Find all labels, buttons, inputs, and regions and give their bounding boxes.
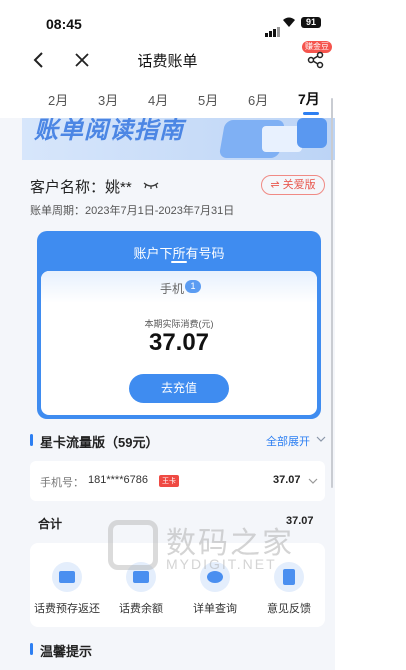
tips-title: 温馨提示 xyxy=(40,644,93,659)
bill-period: 账单周期：2023年7月1日-2023年7月31日 xyxy=(30,205,235,217)
phone-tab-label[interactable]: 手机 xyxy=(160,280,184,297)
nav-bar: 话费账单 赚金豆 xyxy=(0,40,335,80)
share-icon[interactable] xyxy=(306,50,326,70)
wifi-icon xyxy=(283,17,295,27)
eye-closed-icon[interactable] xyxy=(143,181,159,189)
shortcut-feedback[interactable]: 意见反馈 xyxy=(252,543,326,627)
shortcut-label: 意见反馈 xyxy=(267,603,311,615)
shortcut-panel: 话费预存返还 话费余额 详单查询 意见反馈 xyxy=(30,543,325,627)
banner-title: 账单阅读指南 xyxy=(34,118,184,144)
shortcut-label: 话费预存返还 xyxy=(34,603,100,615)
signal-icon xyxy=(265,19,281,37)
page-title: 话费账单 xyxy=(137,53,198,70)
active-tab-indicator xyxy=(303,112,319,115)
account-card: 账户下所有号码 手机 1 本期实际消费(元) 37.07 去充值 xyxy=(37,231,321,419)
shortcut-balance[interactable]: 话费余额 xyxy=(104,543,178,627)
expand-all-link[interactable]: 全部展开 xyxy=(266,433,310,449)
total-value: 37.07 xyxy=(286,515,314,527)
phone-amount: 37.07 xyxy=(273,474,301,486)
shortcut-label: 话费余额 xyxy=(119,603,163,615)
banner-illustration-badge xyxy=(297,118,327,148)
balance-icon xyxy=(126,562,156,592)
status-bar: 08:45 91 xyxy=(0,0,335,40)
tab-apr[interactable]: 4月 xyxy=(148,90,168,109)
tab-mar[interactable]: 3月 xyxy=(98,90,118,109)
account-card-body: 手机 1 本期实际消费(元) 37.07 去充值 xyxy=(41,271,317,415)
feedback-icon xyxy=(274,562,304,592)
chevron-down-icon[interactable] xyxy=(316,436,326,442)
phone-number-row[interactable]: 手机号： 181****6786 王卡 37.07 xyxy=(30,461,325,501)
tab-may[interactable]: 5月 xyxy=(198,90,218,109)
month-tabs: 2月 3月 4月 5月 6月 7月 xyxy=(0,86,335,118)
deposit-return-icon xyxy=(52,562,82,592)
detail-query-icon xyxy=(200,562,230,592)
status-time: 08:45 xyxy=(46,16,82,32)
tab-jun[interactable]: 6月 xyxy=(248,90,268,109)
account-card-indicator xyxy=(171,261,187,263)
tab-feb[interactable]: 2月 xyxy=(48,90,68,109)
shortcut-detail-query[interactable]: 详单查询 xyxy=(178,543,252,627)
plan-name: 星卡流量版（59元） xyxy=(40,435,159,450)
battery-icon: 91 xyxy=(301,17,321,28)
phone-count-badge: 1 xyxy=(185,280,201,293)
shortcut-label: 详单查询 xyxy=(193,603,237,615)
consumption-value: 37.07 xyxy=(148,329,210,356)
scrollbar[interactable] xyxy=(331,98,333,488)
tab-jul[interactable]: 7月 xyxy=(298,89,320,109)
guide-banner[interactable]: 账单阅读指南 xyxy=(22,118,335,160)
card-type-tag: 王卡 xyxy=(159,475,179,487)
recharge-button[interactable]: 去充值 xyxy=(129,374,229,403)
section-marker xyxy=(30,643,33,655)
phone-number-label: 手机号： xyxy=(40,477,84,489)
phone-number: 181****6786 xyxy=(88,474,148,486)
customer-name: 客户名称：姚** xyxy=(30,179,132,196)
chevron-down-icon[interactable] xyxy=(308,478,318,484)
section-marker xyxy=(30,434,33,446)
banner-illustration-doc xyxy=(262,126,302,152)
account-card-title: 账户下所有号码 xyxy=(133,246,225,261)
shortcut-deposit-return[interactable]: 话费预存返还 xyxy=(30,543,104,627)
total-label: 合计 xyxy=(38,517,63,531)
care-mode-button[interactable]: ⇌ 关爱版 xyxy=(261,175,325,195)
bill-screen: 08:45 91 话费账单 赚金豆 2月 3月 4月 5月 6月 7月 账单阅读… xyxy=(0,0,335,670)
